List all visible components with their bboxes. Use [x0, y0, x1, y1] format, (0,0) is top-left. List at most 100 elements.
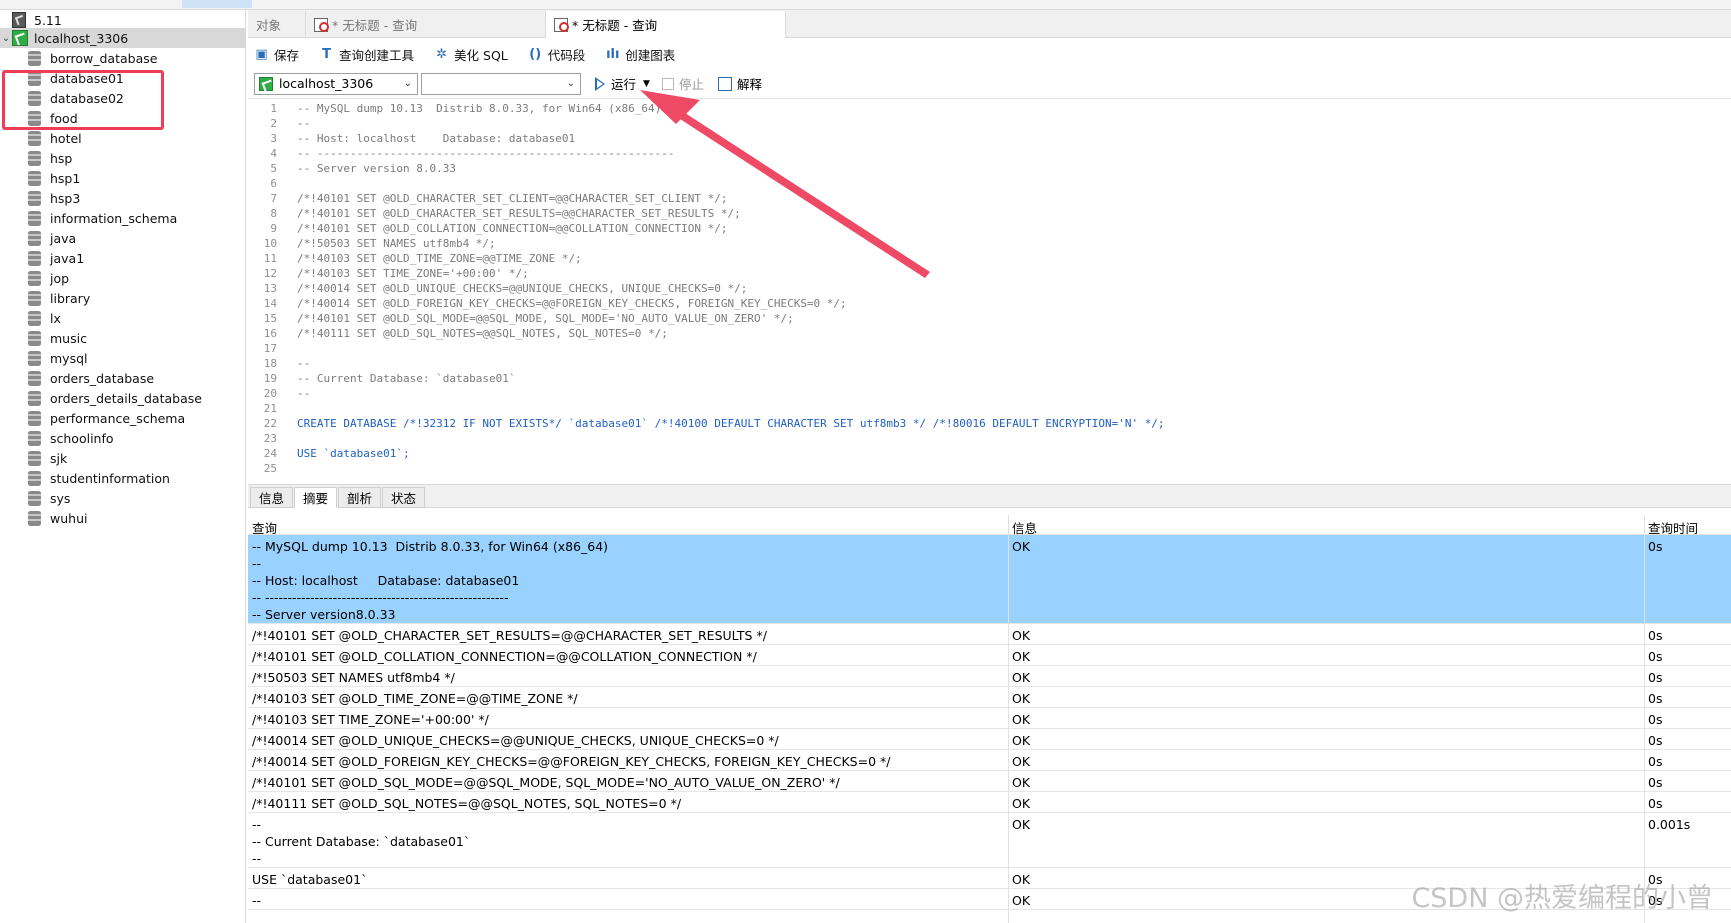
code-text: -- -------------------------------------… — [297, 147, 675, 160]
database-item[interactable]: java — [28, 228, 76, 248]
column-divider[interactable] — [1644, 515, 1645, 923]
tab-objects[interactable]: 对象 — [248, 11, 306, 38]
tab-status-label: 状态 — [391, 491, 417, 506]
explain-label: 解释 — [736, 77, 762, 92]
table-row[interactable]: /*!40101 SET @OLD_CHARACTER_SET_RESULTS=… — [248, 624, 1731, 645]
explain-button[interactable]: 解释 — [717, 74, 762, 93]
table-row[interactable]: /*!40101 SET @OLD_SQL_MODE=@@SQL_MODE, S… — [248, 771, 1731, 792]
chevron-down-icon[interactable]: ⌄ — [0, 33, 12, 44]
line-number: 21 — [263, 402, 277, 415]
connection-toolbar: localhost_3306 ⌄ ⌄ 运行 ▼ 停止 解释 — [248, 70, 1731, 97]
code-line: 20 -- — [248, 386, 311, 401]
query-builder-button[interactable]: T 查询创建工具 — [319, 45, 414, 64]
cell-info: OK — [1012, 817, 1031, 832]
database-item[interactable]: orders_details_database — [28, 388, 202, 408]
database-item[interactable]: lx — [28, 308, 61, 328]
database-label: hsp3 — [50, 190, 81, 206]
table-row[interactable]: /*!40103 SET @OLD_TIME_ZONE=@@TIME_ZONE … — [248, 687, 1731, 708]
database-item[interactable]: music — [28, 328, 87, 348]
tab-status[interactable]: 状态 — [382, 487, 426, 508]
code-line: 24 USE `database01`; — [248, 446, 410, 461]
tab-objects-label: 对象 — [256, 18, 282, 33]
table-row[interactable]: /*!40014 SET @OLD_UNIQUE_CHECKS=@@UNIQUE… — [248, 729, 1731, 750]
navigator-sidebar: 5.11 ⌄ localhost_3306 borrow_database dat… — [0, 10, 246, 923]
stop-button[interactable]: 停止 — [661, 74, 704, 93]
database-icon — [28, 270, 41, 286]
snippet-icon: () — [529, 46, 542, 62]
caret-down-icon[interactable]: ▼ — [643, 79, 650, 89]
database-icon — [28, 190, 41, 206]
play-icon — [595, 76, 605, 91]
database-item[interactable]: jop — [28, 268, 69, 288]
database-select[interactable]: ⌄ — [421, 72, 581, 95]
database-item[interactable]: mysql — [28, 348, 88, 368]
tab-query-1[interactable]: * 无标题 - 查询 — [306, 11, 546, 38]
cell-info: OK — [1012, 733, 1031, 748]
cell-time: 0.001s — [1648, 817, 1691, 832]
database-item[interactable]: orders_database — [28, 368, 154, 388]
database-item[interactable]: java1 — [28, 248, 84, 268]
menu-selected[interactable] — [182, 0, 252, 8]
tab-summary[interactable]: 摘要 — [294, 487, 338, 508]
run-button[interactable]: 运行 ▼ — [595, 74, 650, 93]
database-icon — [28, 430, 41, 446]
code-line: 12 /*!40103 SET TIME_ZONE='+00:00' */; — [248, 266, 529, 281]
server-label: 5.11 — [34, 12, 62, 28]
cell-time: 0s — [1648, 670, 1663, 685]
connection-select[interactable]: localhost_3306 ⌄ — [254, 72, 418, 95]
connection-node[interactable]: ⌄ localhost_3306 — [0, 28, 246, 48]
column-divider[interactable] — [1008, 515, 1009, 923]
cell-time: 0s — [1648, 733, 1663, 748]
line-number: 4 — [270, 147, 277, 160]
line-number: 3 — [270, 132, 277, 145]
database-item[interactable]: hsp — [28, 148, 72, 168]
table-row[interactable]: -- -- Current Database: `database01` -- O… — [248, 813, 1731, 868]
database-icon — [28, 130, 41, 146]
database-item[interactable]: hotel — [28, 128, 82, 148]
code-snippet-button[interactable]: () 代码段 — [528, 45, 585, 64]
query-toolbar: ▣ 保存 T 查询创建工具 ✲ 美化 SQL () 代码段 ılı 创建图表 — [248, 40, 1731, 68]
query-icon — [314, 17, 329, 32]
table-row[interactable]: /*!50503 SET NAMES utf8mb4 */ OK 0s — [248, 666, 1731, 687]
tab-profile[interactable]: 剖析 — [338, 487, 382, 508]
server-node[interactable]: 5.11 — [12, 10, 62, 30]
line-number: 23 — [263, 432, 277, 445]
database-item[interactable]: sjk — [28, 448, 67, 468]
database-item[interactable]: wuhui — [28, 508, 87, 528]
code-line: 13 /*!40014 SET @OLD_UNIQUE_CHECKS=@@UNIQ… — [248, 281, 748, 296]
sql-editor[interactable]: 1 -- MySQL dump 10.13 Distrib 8.0.33, for… — [248, 98, 1731, 482]
create-chart-button[interactable]: ılı 创建图表 — [605, 45, 675, 64]
cell-query: /*!40101 SET @OLD_COLLATION_CONNECTION=@… — [252, 649, 757, 664]
table-row[interactable]: -- MySQL dump 10.13 Distrib 8.0.33, for … — [248, 535, 1731, 624]
database-item[interactable]: studentinformation — [28, 468, 170, 488]
tab-info[interactable]: 信息 — [250, 487, 294, 508]
database-item[interactable]: information_schema — [28, 208, 177, 228]
database-item[interactable]: hsp3 — [28, 188, 80, 208]
code-text: -- Host: localhost Database: database01 — [297, 132, 576, 145]
cell-time: 0s — [1648, 754, 1663, 769]
database-item[interactable]: library — [28, 288, 90, 308]
code-line: 9 /*!40101 SET @OLD_COLLATION_CONNECTION=… — [248, 221, 727, 236]
table-row[interactable]: /*!40101 SET @OLD_COLLATION_CONNECTION=@… — [248, 645, 1731, 666]
tab-profile-label: 剖析 — [347, 491, 373, 506]
database-item[interactable]: sys — [28, 488, 70, 508]
line-number: 22 — [263, 417, 277, 430]
save-icon: ▣ — [255, 46, 268, 62]
code-line: 1 -- MySQL dump 10.13 Distrib 8.0.33, for… — [248, 101, 661, 116]
cell-query: /*!40014 SET @OLD_FOREIGN_KEY_CHECKS=@@F… — [252, 754, 891, 769]
database-item[interactable]: performance_schema — [28, 408, 185, 428]
code-line: 7 /*!40101 SET @OLD_CHARACTER_SET_CLIENT=… — [248, 191, 727, 206]
tab-query-2[interactable]: * 无标题 - 查询 — [546, 11, 786, 38]
explain-icon — [717, 76, 732, 91]
database-item[interactable]: schoolinfo — [28, 428, 114, 448]
save-button[interactable]: ▣ 保存 — [254, 45, 299, 64]
table-row[interactable]: /*!40103 SET TIME_ZONE='+00:00' */ OK 0s — [248, 708, 1731, 729]
table-row[interactable]: /*!40014 SET @OLD_FOREIGN_KEY_CHECKS=@@F… — [248, 750, 1731, 771]
table-row[interactable]: /*!40111 SET @OLD_SQL_NOTES=@@SQL_NOTES,… — [248, 792, 1731, 813]
line-number: 25 — [263, 462, 277, 475]
database-item[interactable]: hsp1 — [28, 168, 80, 188]
cell-info: OK — [1012, 691, 1031, 706]
beautify-sql-button[interactable]: ✲ 美化 SQL — [434, 45, 508, 64]
line-number: 2 — [270, 117, 277, 130]
database-item[interactable]: borrow_database — [28, 48, 157, 68]
